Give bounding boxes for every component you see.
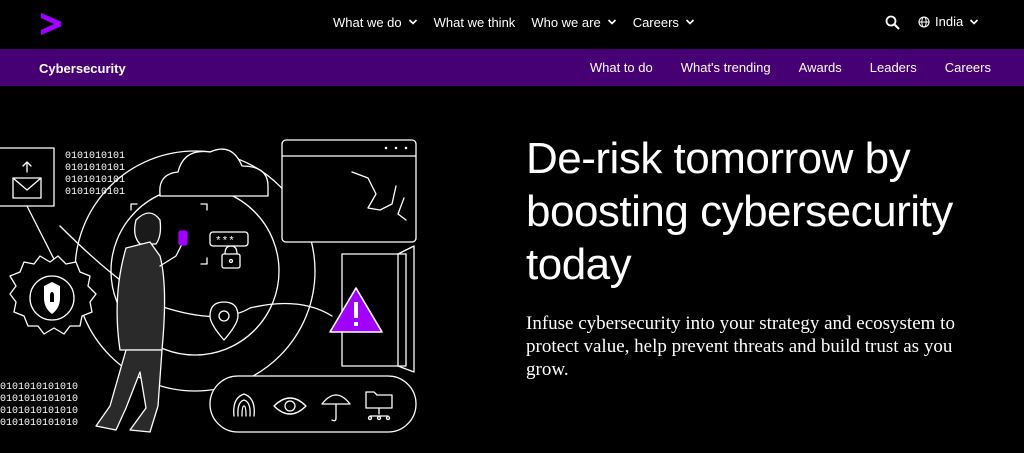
subnav-links: What to do What's trending Awards Leader… xyxy=(562,49,991,86)
nav-item-careers[interactable]: Careers xyxy=(633,15,695,30)
section-subnav: Cybersecurity What to do What's trending… xyxy=(0,49,1024,86)
binary-text: 0101010101 xyxy=(65,163,125,174)
chevron-down-icon xyxy=(408,19,417,25)
subnav-link-what-to-do[interactable]: What to do xyxy=(590,60,653,75)
cybersecurity-illustration: 0101010101 0101010101 0101010101 0101010… xyxy=(0,139,417,433)
section-title[interactable]: Cybersecurity xyxy=(39,61,126,76)
region-selector[interactable]: India xyxy=(918,14,984,29)
binary-text: 0101010101 xyxy=(65,187,125,198)
binary-text: 0101010101 xyxy=(65,151,125,162)
nav-item-what-we-think[interactable]: What we think xyxy=(434,15,516,30)
chevron-down-icon xyxy=(685,19,695,25)
region-label: India xyxy=(935,14,964,29)
nav-item-label: What we do xyxy=(333,14,402,30)
nav-item-label: Careers xyxy=(632,14,679,30)
browser-window xyxy=(281,139,417,243)
binary-text: 0101010101010 xyxy=(0,406,78,417)
nav-item-what-we-do[interactable]: What we do xyxy=(333,15,418,30)
binary-text: 0101010101010 xyxy=(0,382,78,393)
accenture-logo[interactable] xyxy=(39,13,63,35)
hero-headline: De-risk tomorrow by boosting cybersecuri… xyxy=(526,134,953,289)
main-nav: What we do What we think Who we are Care… xyxy=(333,0,711,44)
subnav-link-awards[interactable]: Awards xyxy=(799,60,842,75)
top-navigation: What we do What we think Who we are Care… xyxy=(0,0,1024,49)
nav-item-who-we-are[interactable]: Who we are xyxy=(531,15,616,30)
search-icon[interactable] xyxy=(885,15,900,30)
hero-subtext: Infuse cybersecurity into your strategy … xyxy=(526,313,955,380)
padlock-icon xyxy=(221,245,241,269)
gear-icon xyxy=(9,255,97,335)
phone-icon xyxy=(178,230,188,246)
nav-item-label: What we think xyxy=(433,14,516,30)
binary-text: 0101010101010 xyxy=(0,418,78,429)
cloud-icon xyxy=(159,148,269,197)
globe-icon xyxy=(918,15,930,28)
binary-text: 0101010101010 xyxy=(0,394,78,405)
subnav-link-whats-trending[interactable]: What's trending xyxy=(681,60,771,75)
binary-text: 0101010101 xyxy=(65,175,125,186)
chevron-down-icon xyxy=(970,18,979,25)
chevron-down-icon xyxy=(607,19,616,25)
subnav-link-leaders[interactable]: Leaders xyxy=(870,60,917,75)
location-pin-icon xyxy=(209,301,239,341)
person-figure xyxy=(95,212,188,433)
subnav-link-careers[interactable]: Careers xyxy=(945,60,991,75)
security-icon-bar xyxy=(209,375,417,433)
nav-item-label: Who we are xyxy=(531,14,601,30)
